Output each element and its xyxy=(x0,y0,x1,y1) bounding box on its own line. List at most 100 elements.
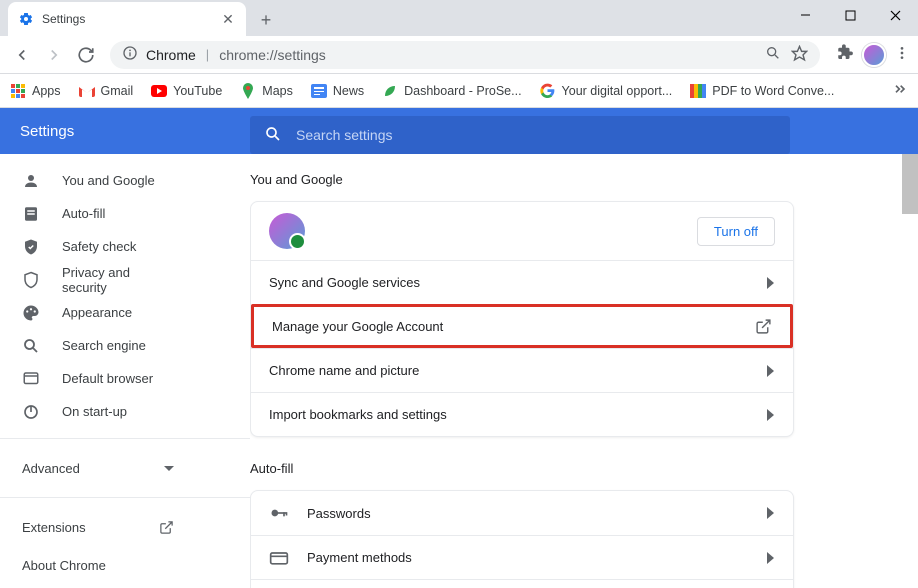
back-button[interactable] xyxy=(8,41,36,69)
card-you-and-google: Turn off Sync and Google services Manage… xyxy=(250,201,794,437)
sidebar-extensions-label: Extensions xyxy=(22,520,86,535)
bookmark-label: Gmail xyxy=(101,84,134,98)
extensions-icon[interactable] xyxy=(836,44,854,65)
row-sync-services[interactable]: Sync and Google services xyxy=(251,260,793,304)
shield-check-icon xyxy=(22,238,40,256)
bookmark-star-icon[interactable] xyxy=(791,45,808,65)
row-manage-account[interactable]: Manage your Google Account xyxy=(251,304,793,348)
bookmark-label: YouTube xyxy=(173,84,222,98)
sidebar-item-privacy[interactable]: Privacy and security xyxy=(0,263,196,296)
apps-icon xyxy=(10,83,26,99)
palette-icon xyxy=(22,304,40,322)
sidebar-item-appearance[interactable]: Appearance xyxy=(0,296,196,329)
google-icon xyxy=(540,83,556,99)
bookmark-pdf[interactable]: PDF to Word Conve... xyxy=(690,83,834,99)
leaf-icon xyxy=(382,83,398,99)
chevron-right-icon xyxy=(767,552,775,564)
sidebar-about[interactable]: About Chrome xyxy=(0,546,196,584)
row-label: Payment methods xyxy=(307,550,412,565)
sidebar-item-safety[interactable]: Safety check xyxy=(0,230,196,263)
section-title-you-and-google: You and Google xyxy=(250,172,794,187)
sidebar-extensions[interactable]: Extensions xyxy=(0,508,196,546)
bookmark-news[interactable]: News xyxy=(311,83,364,99)
sidebar-separator xyxy=(0,438,250,439)
external-link-icon xyxy=(755,318,772,335)
profile-avatar-large xyxy=(269,213,305,249)
chevron-right-icon xyxy=(767,277,775,289)
bookmark-youtube[interactable]: YouTube xyxy=(151,83,222,99)
close-icon[interactable]: ✕ xyxy=(220,11,236,27)
browser-toolbar: Chrome | chrome://settings xyxy=(0,36,918,74)
menu-icon[interactable] xyxy=(894,45,910,64)
bookmark-digital[interactable]: Your digital opport... xyxy=(540,83,673,99)
turn-off-button[interactable]: Turn off xyxy=(697,217,775,246)
section-title-autofill: Auto-fill xyxy=(250,461,794,476)
row-label: Sync and Google services xyxy=(269,275,420,290)
bookmark-maps[interactable]: Maps xyxy=(240,83,293,99)
rainbow-icon xyxy=(690,83,706,99)
search-icon xyxy=(264,125,282,146)
new-tab-button[interactable]: + xyxy=(252,6,280,34)
bookmarks-overflow-icon[interactable] xyxy=(892,81,908,100)
settings-content[interactable]: You and Google Turn off Sync and Google … xyxy=(250,154,918,588)
bookmark-gmail[interactable]: Gmail xyxy=(79,83,134,99)
settings-sidebar: You and Google Auto-fill Safety check Pr… xyxy=(0,154,250,588)
scrollbar-thumb[interactable] xyxy=(902,154,918,214)
sidebar-item-default-browser[interactable]: Default browser xyxy=(0,362,196,395)
settings-search-box[interactable] xyxy=(250,116,790,154)
sidebar-item-label: Safety check xyxy=(62,239,136,254)
minimize-button[interactable] xyxy=(783,0,828,30)
row-label: Import bookmarks and settings xyxy=(269,407,447,422)
chevron-right-icon xyxy=(767,507,775,519)
gmail-icon xyxy=(79,83,95,99)
sidebar-item-you-and-google[interactable]: You and Google xyxy=(0,164,196,197)
row-label: Manage your Google Account xyxy=(272,319,443,334)
zoom-icon[interactable] xyxy=(765,45,781,64)
sidebar-item-autofill[interactable]: Auto-fill xyxy=(0,197,196,230)
row-chrome-name[interactable]: Chrome name and picture xyxy=(251,348,793,392)
omnibox-separator: | xyxy=(206,47,209,62)
maximize-button[interactable] xyxy=(828,0,873,30)
news-icon xyxy=(311,83,327,99)
person-icon xyxy=(22,172,40,190)
autofill-icon xyxy=(22,205,40,223)
row-label: Chrome name and picture xyxy=(269,363,419,378)
reload-button[interactable] xyxy=(72,41,100,69)
chevron-down-icon xyxy=(164,461,174,476)
forward-button[interactable] xyxy=(40,41,68,69)
bookmark-apps[interactable]: Apps xyxy=(10,83,61,99)
sidebar-item-search-engine[interactable]: Search engine xyxy=(0,329,196,362)
profile-row: Turn off xyxy=(251,202,793,260)
sidebar-about-label: About Chrome xyxy=(22,558,106,573)
tab-title: Settings xyxy=(42,12,212,26)
sidebar-advanced[interactable]: Advanced xyxy=(0,449,196,487)
sidebar-item-label: On start-up xyxy=(62,404,127,419)
chevron-right-icon xyxy=(767,365,775,377)
youtube-icon xyxy=(151,83,167,99)
address-bar[interactable]: Chrome | chrome://settings xyxy=(110,41,820,69)
row-passwords[interactable]: Passwords xyxy=(251,491,793,535)
sidebar-item-startup[interactable]: On start-up xyxy=(0,395,196,428)
card-autofill: Passwords Payment methods Addresses and … xyxy=(250,490,794,588)
profile-avatar[interactable] xyxy=(862,43,886,67)
omnibox-label: Chrome xyxy=(146,47,196,63)
omnibox-url: chrome://settings xyxy=(219,47,326,63)
browser-icon xyxy=(22,370,40,388)
row-import-bookmarks[interactable]: Import bookmarks and settings xyxy=(251,392,793,436)
sidebar-item-label: Appearance xyxy=(62,305,132,320)
search-input[interactable] xyxy=(296,127,776,143)
settings-header: Settings xyxy=(0,108,918,154)
bookmark-dashboard[interactable]: Dashboard - ProSe... xyxy=(382,83,521,99)
site-info-icon[interactable] xyxy=(122,45,138,64)
window-titlebar: Settings ✕ + xyxy=(0,0,918,36)
row-addresses[interactable]: Addresses and more xyxy=(251,579,793,588)
row-payment[interactable]: Payment methods xyxy=(251,535,793,579)
sidebar-separator xyxy=(0,497,250,498)
bookmarks-bar: Apps Gmail YouTube Maps News Dashboard -… xyxy=(0,74,918,108)
browser-tab[interactable]: Settings ✕ xyxy=(8,2,246,36)
sidebar-item-label: Search engine xyxy=(62,338,146,353)
power-icon xyxy=(22,403,40,421)
bookmark-label: PDF to Word Conve... xyxy=(712,84,834,98)
close-window-button[interactable] xyxy=(873,0,918,30)
card-icon xyxy=(269,548,289,568)
